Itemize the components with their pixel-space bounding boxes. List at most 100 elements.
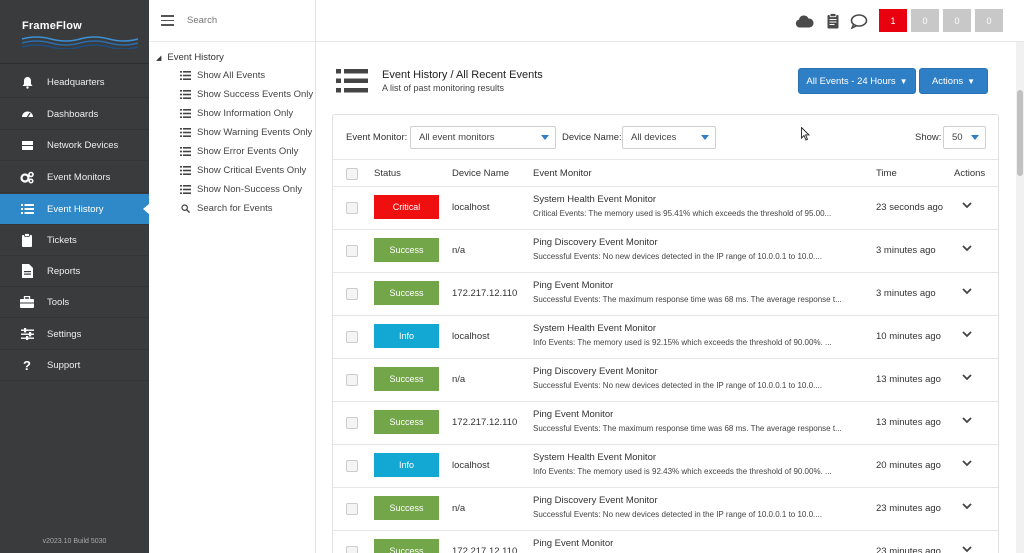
status-badge[interactable]: Critical <box>374 195 439 219</box>
event-monitor-cell[interactable]: Ping Discovery Event Monitor <box>533 495 658 506</box>
table-row[interactable]: Success 172.217.12.110 Ping Event Monitor S… <box>333 273 998 316</box>
page-size-select[interactable]: 50 <box>943 126 986 149</box>
status-badge[interactable]: Success <box>374 281 439 305</box>
table-row[interactable]: Info localhost System Health Event Monitor… <box>333 316 998 359</box>
list-icon <box>180 90 191 99</box>
sidebar-item-dashboards[interactable]: Dashboards <box>0 99 149 130</box>
event-monitor-cell[interactable]: System Health Event Monitor <box>533 323 656 334</box>
sidebar-item-tools[interactable]: Tools <box>0 287 149 318</box>
page-size-value: 50 <box>952 132 963 143</box>
status-badge[interactable]: Success <box>374 496 439 520</box>
page-scrollbar[interactable] <box>1016 42 1024 553</box>
column-header-status[interactable]: Status <box>374 168 401 179</box>
chevron-down-icon[interactable] <box>961 543 973 553</box>
event-monitor-cell[interactable]: Ping Event Monitor <box>533 538 613 549</box>
tree-item-show-critical-events-only[interactable]: Show Critical Events Only <box>180 165 306 176</box>
tree-item-show-error-events-only[interactable]: Show Error Events Only <box>180 146 298 157</box>
status-badge[interactable]: Success <box>374 410 439 434</box>
row-checkbox[interactable] <box>346 503 358 515</box>
row-checkbox[interactable] <box>346 331 358 343</box>
chevron-down-icon[interactable] <box>961 328 973 340</box>
tree-item-show-non-success-only[interactable]: Show Non-Success Only <box>180 184 302 195</box>
status-badge[interactable]: Info <box>374 453 439 477</box>
chevron-down-icon[interactable] <box>961 199 973 211</box>
row-checkbox[interactable] <box>346 374 358 386</box>
sidebar-item-event-monitors[interactable]: Event Monitors <box>0 162 149 193</box>
caret-down-icon: ▼ <box>967 76 976 86</box>
sidebar-item-support[interactable]: ? Support <box>0 350 149 381</box>
status-badge[interactable]: Success <box>374 539 439 553</box>
status-badge[interactable]: Success <box>374 367 439 391</box>
clipboard-icon <box>19 232 35 248</box>
search-input[interactable] <box>187 15 297 26</box>
chevron-down-icon[interactable] <box>961 457 973 469</box>
tree-root-label: Event History <box>167 52 224 63</box>
tree-item-show-success-events-only[interactable]: Show Success Events Only <box>180 89 313 100</box>
cloud-icon[interactable] <box>794 11 814 31</box>
device-name-select[interactable]: All devices <box>622 126 716 149</box>
chat-icon[interactable] <box>849 11 869 31</box>
column-header-device-name[interactable]: Device Name <box>452 168 509 179</box>
sidebar-item-network-devices[interactable]: Network Devices <box>0 130 149 161</box>
event-monitor-cell[interactable]: Ping Event Monitor <box>533 280 613 291</box>
warning-count-badge[interactable]: 0 <box>943 9 971 32</box>
event-monitor-cell[interactable]: Ping Discovery Event Monitor <box>533 237 658 248</box>
event-monitor-cell[interactable]: Ping Discovery Event Monitor <box>533 366 658 377</box>
sidebar-item-event-history[interactable]: Event History <box>0 194 149 225</box>
critical-count-badge[interactable]: 1 <box>879 9 907 32</box>
list-icon <box>180 147 191 156</box>
sidebar-item-tickets[interactable]: Tickets <box>0 225 149 256</box>
table-row[interactable]: Critical localhost System Health Event Mon… <box>333 187 998 230</box>
chevron-down-icon[interactable] <box>961 371 973 383</box>
hamburger-menu-icon[interactable] <box>161 15 174 26</box>
event-monitor-cell[interactable]: Ping Event Monitor <box>533 409 613 420</box>
row-checkbox[interactable] <box>346 202 358 214</box>
table-row[interactable]: Success n/a Ping Discovery Event Monitor Su… <box>333 488 998 531</box>
events-panel: Event Monitor: All event monitors Device… <box>332 114 999 553</box>
sidebar-item-headquarters[interactable]: Headquarters <box>0 67 149 98</box>
row-checkbox[interactable] <box>346 546 358 553</box>
error-count-badge[interactable]: 0 <box>911 9 939 32</box>
chevron-down-icon[interactable] <box>961 414 973 426</box>
chevron-down-icon[interactable] <box>961 285 973 297</box>
time-range-button[interactable]: All Events - 24 Hours ▼ <box>798 68 916 94</box>
column-header-time[interactable]: Time <box>876 168 897 179</box>
tree-root-event-history[interactable]: ◢ Event History <box>156 52 224 63</box>
select-all-checkbox[interactable] <box>346 168 358 180</box>
sidebar-item-label: Support <box>47 359 81 371</box>
status-badge[interactable]: Info <box>374 324 439 348</box>
tree-item-show-information-only[interactable]: Show Information Only <box>180 108 293 119</box>
question-icon: ? <box>23 357 31 373</box>
info-count-badge[interactable]: 0 <box>975 9 1003 32</box>
row-checkbox[interactable] <box>346 460 358 472</box>
column-header-event-monitor[interactable]: Event Monitor <box>533 168 592 179</box>
row-checkbox[interactable] <box>346 245 358 257</box>
actions-button[interactable]: Actions ▼ <box>919 68 988 94</box>
table-row[interactable]: Success n/a Ping Discovery Event Monitor Su… <box>333 359 998 402</box>
sidebar-item-settings[interactable]: Settings <box>0 319 149 350</box>
chevron-down-icon[interactable] <box>961 500 973 512</box>
scrollbar-thumb[interactable] <box>1017 90 1023 176</box>
table-row[interactable]: Success n/a Ping Discovery Event Monitor Su… <box>333 230 998 273</box>
report-icon <box>19 263 35 279</box>
tree-item-show-all-events[interactable]: Show All Events <box>180 70 265 81</box>
event-monitor-cell[interactable]: System Health Event Monitor <box>533 194 656 205</box>
tree-item-label: Show Critical Events Only <box>197 165 307 176</box>
brand-logo[interactable]: FrameFlow <box>0 0 149 64</box>
table-row[interactable]: Info localhost System Health Event Monitor… <box>333 445 998 488</box>
event-history-tree: ◢ Event History Show All Events Show Suc… <box>149 0 316 553</box>
chevron-down-icon[interactable] <box>961 242 973 254</box>
table-row[interactable]: Success 172.217.12.110 Ping Event Monitor S… <box>333 402 998 445</box>
event-monitor-cell[interactable]: System Health Event Monitor <box>533 452 656 463</box>
tree-item-show-warning-events-only[interactable]: Show Warning Events Only <box>180 127 312 138</box>
table-row[interactable]: Success 172.217.12.110 Ping Event Monitor 2… <box>333 531 998 553</box>
sidebar-item-reports[interactable]: Reports <box>0 256 149 287</box>
clipboard-icon[interactable] <box>823 11 843 31</box>
row-checkbox[interactable] <box>346 288 358 300</box>
tree-item-search-for-events[interactable]: Search for Events <box>180 203 273 214</box>
toolbox-icon <box>19 294 35 310</box>
device-name-cell: 172.217.12.110 <box>452 546 518 553</box>
status-badge[interactable]: Success <box>374 238 439 262</box>
row-checkbox[interactable] <box>346 417 358 429</box>
event-monitor-select[interactable]: All event monitors <box>410 126 556 149</box>
